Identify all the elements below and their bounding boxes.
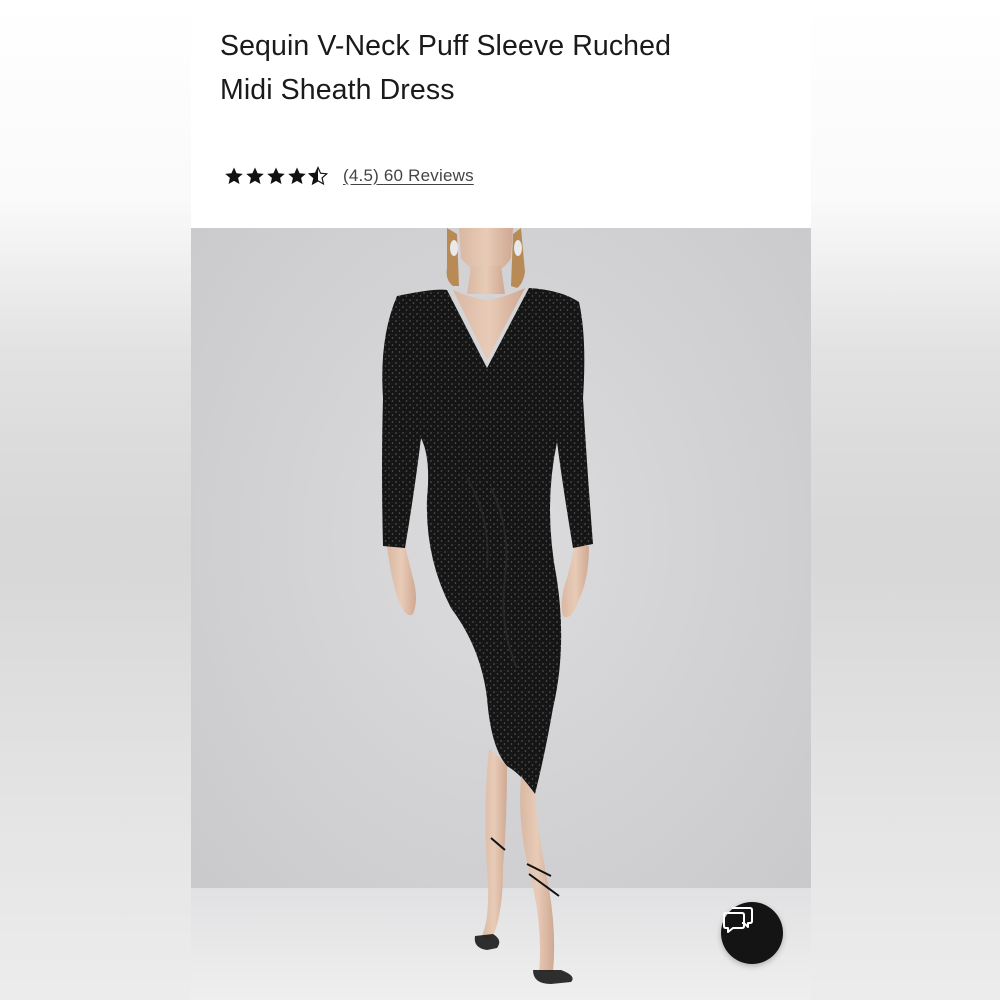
product-title-line-2: Midi Sheath Dress xyxy=(220,74,455,106)
chat-button[interactable] xyxy=(721,902,783,964)
chat-bubbles-icon xyxy=(723,907,753,933)
neck xyxy=(467,266,505,294)
star-full-icon xyxy=(267,167,285,184)
star-full-icon xyxy=(288,167,306,184)
model-photo xyxy=(191,228,811,1000)
studio-floor xyxy=(191,888,811,1000)
star-full-icon xyxy=(225,167,243,184)
rating-row: (4.5) 60 Reviews xyxy=(224,161,474,191)
rating-value-text: (4.5) xyxy=(343,166,379,185)
earring xyxy=(450,240,458,256)
blurred-background-left xyxy=(0,0,191,1000)
product-page: Sequin V-Neck Puff Sleeve Ruched Midi She… xyxy=(191,0,811,1000)
star-full-icon xyxy=(246,167,264,184)
product-image[interactable] xyxy=(191,228,811,1000)
review-count-text: 60 Reviews xyxy=(383,166,474,185)
reviews-link[interactable]: (4.5) 60 Reviews xyxy=(343,166,474,186)
screenshot-frame: Sequin V-Neck Puff Sleeve Ruched Midi She… xyxy=(0,0,1000,1000)
earring xyxy=(514,240,522,256)
star-rating xyxy=(224,166,328,186)
blurred-background-right xyxy=(811,0,1000,1000)
star-half-icon xyxy=(308,166,328,186)
product-header: Sequin V-Neck Puff Sleeve Ruched Midi She… xyxy=(191,0,811,228)
product-title: Sequin V-Neck Puff Sleeve Ruched Midi She… xyxy=(220,24,740,112)
product-title-line-1: Sequin V-Neck Puff Sleeve Ruched xyxy=(220,30,672,62)
